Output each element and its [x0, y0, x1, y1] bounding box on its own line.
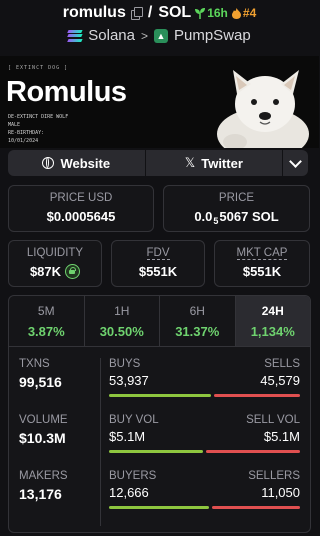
market-cap-value: $551K — [242, 264, 282, 279]
sells-value: 45,579 — [260, 373, 300, 388]
tab-change: 3.87% — [27, 324, 65, 339]
price-usd-card: PRICE USD $0.0005645 — [8, 185, 154, 232]
price-usd-value: $0.0005645 — [46, 209, 116, 224]
price-native-card: PRICE 0.055067 SOL — [163, 185, 310, 232]
twitter-button[interactable]: 𝕏 Twitter — [145, 150, 284, 176]
buyers-sellers-bar — [109, 506, 300, 509]
website-label: Website — [60, 155, 111, 171]
price-native-label: PRICE — [218, 192, 255, 204]
tab-5m[interactable]: 5M 3.87% — [9, 296, 85, 346]
buys-value: 53,937 — [109, 373, 149, 388]
market-cap-card: MKT CAP $551K — [214, 240, 310, 287]
liquidity-lock-icon[interactable] — [65, 264, 81, 279]
social-links: Website 𝕏 Twitter — [8, 150, 309, 176]
pair-title-row: romulus / SOL 16h #4 — [0, 4, 319, 22]
txns-metric: TXNS 99,516 — [19, 358, 62, 390]
liquidity-label: LIQUIDITY — [26, 247, 84, 259]
pair-header: romulus / SOL 16h #4 Solana > ▲ PumpSwap — [0, 0, 319, 52]
x-logo-icon: 𝕏 — [184, 155, 196, 170]
token-name: romulus — [62, 4, 126, 21]
pair-age-badge: 16h — [195, 6, 228, 20]
timeframe-tabs: 5M 3.87% 1H 30.50% 6H 31.37% 24H 1,134% — [9, 296, 310, 347]
pair-age: 16h — [207, 6, 228, 20]
website-button[interactable]: Website — [8, 150, 146, 176]
sell-volume-value: $5.1M — [263, 429, 300, 444]
pair-separator: / — [147, 4, 153, 21]
buys-sells-bar — [109, 394, 300, 397]
price-usd-label: PRICE USD — [49, 192, 113, 204]
sell-volume-bar — [206, 450, 300, 453]
copy-icon[interactable] — [130, 7, 143, 20]
tab-6h[interactable]: 6H 31.37% — [160, 296, 236, 346]
tab-24h[interactable]: 24H 1,134% — [235, 296, 310, 346]
globe-icon — [42, 157, 55, 169]
tab-label: 1H — [114, 304, 130, 318]
tab-change: 1,134% — [250, 324, 295, 339]
tab-label: 5M — [37, 304, 55, 318]
seedling-icon — [195, 7, 206, 19]
volume-metric: VOLUME $10.3M — [19, 414, 68, 446]
twitter-label: Twitter — [201, 155, 243, 171]
sell-volume-label: SELL VOL — [246, 414, 300, 426]
sells-label: SELLS — [264, 358, 300, 370]
sellers-value: 11,050 — [261, 485, 300, 500]
price-native-value: 0.055067 SOL — [164, 209, 309, 226]
dex-name[interactable]: PumpSwap — [174, 27, 251, 44]
sells-bar — [213, 394, 300, 397]
chain-dex-row: Solana > ▲ PumpSwap — [0, 27, 319, 44]
makers-metric: MAKERS 13,176 — [19, 470, 68, 502]
buy-volume-bar — [109, 450, 203, 453]
tab-change: 30.50% — [99, 324, 144, 339]
market-cap-label[interactable]: MKT CAP — [236, 247, 288, 260]
banner-title: Romulus — [6, 76, 127, 108]
buy-sell-volume-row: BUY VOL SELL VOL $5.1M $5.1M — [109, 414, 300, 453]
buys-bar — [109, 394, 211, 397]
buy-volume-label: BUY VOL — [109, 414, 159, 426]
txns-value: 99,516 — [19, 374, 62, 390]
buy-volume-value: $5.1M — [109, 429, 146, 444]
buyers-bar — [109, 506, 210, 509]
buyers-label: BUYERS — [109, 470, 157, 482]
flame-icon — [231, 7, 241, 19]
fdv-label[interactable]: FDV — [146, 247, 170, 260]
chevron-down-icon — [289, 154, 302, 168]
trending-rank-badge[interactable]: #4 — [231, 6, 257, 20]
banner-tag: [ EXTINCT DOG ] — [8, 65, 69, 71]
quote-token: SOL — [158, 4, 192, 21]
fdv-value: $551K — [138, 264, 178, 279]
column-divider — [100, 358, 101, 526]
chevron-right-icon: > — [140, 28, 148, 43]
liquidity-value: $87K — [29, 264, 62, 279]
txns-label: TXNS — [19, 358, 50, 370]
pumpswap-icon: ▲ — [154, 28, 168, 43]
fdv-card: FDV $551K — [111, 240, 205, 287]
chain-name[interactable]: Solana — [88, 27, 135, 44]
trending-rank: #4 — [242, 6, 257, 20]
tab-label: 6H — [189, 304, 205, 318]
sellers-label: SELLERS — [248, 470, 300, 482]
volume-bar — [109, 450, 300, 453]
buyers-sellers-row: BUYERS SELLERS 12,666 11,050 — [109, 470, 300, 509]
buys-sells-row: BUYS SELLS 53,937 45,579 — [109, 358, 300, 397]
tab-label: 24H — [261, 304, 284, 318]
banner-subtitle: DE-EXTINCT DIRE WOLF MALE RE-BIRTHDAY: 1… — [8, 114, 69, 144]
trading-stats-panel: 5M 3.87% 1H 30.50% 6H 31.37% 24H 1,134% … — [8, 295, 311, 533]
solana-icon — [67, 30, 83, 41]
tab-1h[interactable]: 1H 30.50% — [85, 296, 160, 346]
sellers-bar — [212, 506, 300, 509]
makers-label: MAKERS — [19, 470, 68, 482]
token-banner: [ EXTINCT DOG ] Romulus DE-EXTINCT DIRE … — [0, 56, 319, 148]
volume-value: $10.3M — [19, 430, 66, 446]
volume-label: VOLUME — [19, 414, 68, 426]
price-native-zero-count: 5 — [213, 216, 219, 226]
makers-value: 13,176 — [19, 486, 62, 502]
price-native-rest: 5067 SOL — [219, 209, 279, 224]
more-links-button[interactable] — [283, 150, 309, 176]
buyers-value: 12,666 — [109, 485, 149, 500]
tab-change: 31.37% — [175, 324, 220, 339]
liquidity-card: LIQUIDITY $87K — [8, 240, 102, 287]
buys-label: BUYS — [109, 358, 141, 370]
wolf-pup-image — [217, 70, 309, 148]
price-native-prefix: 0.0 — [194, 209, 213, 224]
